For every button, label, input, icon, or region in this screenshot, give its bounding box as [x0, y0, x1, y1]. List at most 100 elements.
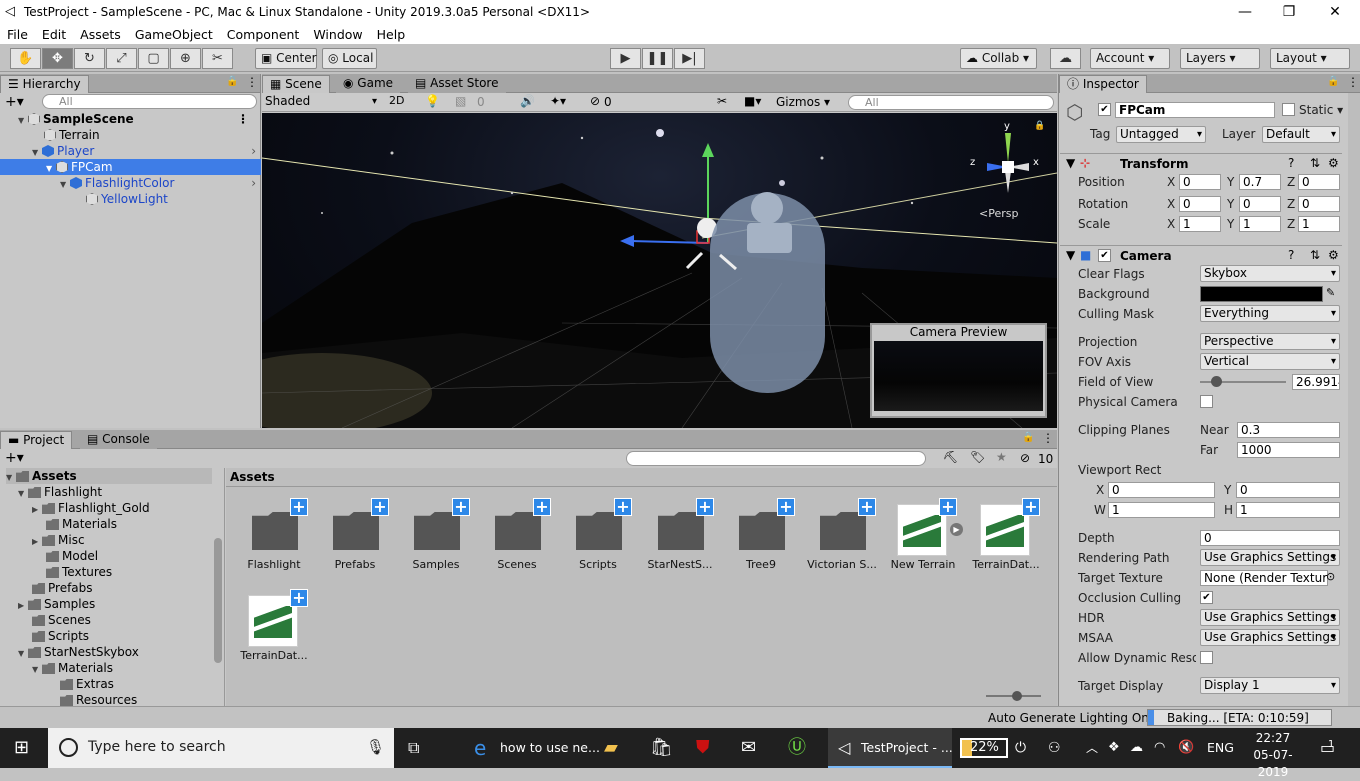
- camera-dropdown-icon[interactable]: ■▾: [744, 94, 761, 108]
- file-explorer-icon[interactable]: ▰: [604, 728, 618, 768]
- rotate-tool-icon[interactable]: ↻: [74, 48, 105, 69]
- asset-tree9[interactable]: + Tree9: [721, 498, 801, 571]
- tree-resources[interactable]: Resources: [60, 692, 137, 706]
- asset-flashlight[interactable]: + Flashlight: [234, 498, 314, 571]
- preset-icon[interactable]: ⇅: [1310, 156, 1320, 170]
- scene-gizmo[interactable]: y z x <Persp: [967, 121, 1047, 220]
- onedrive-icon[interactable]: ☁: [1130, 728, 1143, 768]
- tab-asset-store[interactable]: ▤ Asset Store: [408, 75, 506, 93]
- active-checkbox[interactable]: ✔: [1098, 103, 1111, 116]
- camera-enabled-checkbox[interactable]: ✔: [1098, 249, 1111, 262]
- 2d-toggle[interactable]: 2D: [389, 94, 404, 107]
- language-indicator[interactable]: ENG: [1207, 728, 1234, 768]
- project-menu-icon[interactable]: ⋮: [1042, 431, 1054, 445]
- occlusion-culling-checkbox[interactable]: ✔: [1200, 591, 1213, 604]
- search-by-type-icon[interactable]: ⛏: [943, 450, 958, 464]
- mcafee-icon[interactable]: ⛊: [696, 728, 710, 768]
- upwork-icon[interactable]: Ⓤ: [788, 728, 806, 768]
- store-icon[interactable]: 🛍: [650, 728, 673, 768]
- position-x-field[interactable]: 0: [1179, 174, 1221, 190]
- position-z-field[interactable]: 0: [1298, 174, 1340, 190]
- audio-toggle-icon[interactable]: 🔊: [520, 94, 535, 108]
- favorite-star-icon[interactable]: ★: [996, 450, 1007, 464]
- tree-samples[interactable]: ▶ Samples: [18, 596, 95, 612]
- scene-viewport[interactable]: y z x <Persp 🔒 Camera Preview: [262, 113, 1057, 428]
- scale-y-field[interactable]: 1: [1239, 216, 1281, 232]
- asset-samples[interactable]: + Samples: [396, 498, 476, 571]
- static-checkbox[interactable]: [1282, 103, 1295, 116]
- taskbar-edge[interactable]: e how to use ne...: [466, 728, 600, 768]
- menu-dots-icon[interactable]: ⋮: [246, 75, 258, 89]
- tree-assets[interactable]: ▼ Assets: [6, 468, 212, 484]
- pause-button-icon[interactable]: ❚❚: [642, 48, 673, 69]
- transform-tool-icon[interactable]: ⊕: [170, 48, 201, 69]
- scale-x-field[interactable]: 1: [1179, 216, 1221, 232]
- menu-file[interactable]: File: [0, 27, 35, 42]
- menu-window[interactable]: Window: [306, 27, 369, 42]
- task-view-icon[interactable]: ⧉: [408, 728, 419, 768]
- assets-breadcrumb[interactable]: Assets: [230, 470, 275, 484]
- wifi-icon[interactable]: ◠: [1154, 728, 1165, 768]
- tab-hierarchy[interactable]: ☰ Hierarchy: [0, 75, 89, 93]
- msaa-dropdown[interactable]: Use Graphics Settings: [1200, 629, 1340, 646]
- maximize-button[interactable]: ❐: [1266, 0, 1312, 24]
- pivot-center-button[interactable]: ▣ Center: [255, 48, 317, 69]
- dynamic-resolution-checkbox[interactable]: [1200, 651, 1213, 664]
- rotation-y-field[interactable]: 0: [1239, 196, 1281, 212]
- menu-edit[interactable]: Edit: [35, 27, 73, 42]
- tree-flashlight[interactable]: ▼ Flashlight: [18, 484, 102, 500]
- menu-gameobject[interactable]: GameObject: [128, 27, 220, 42]
- baking-progress[interactable]: Baking... [ETA: 0:10:59]: [1147, 709, 1332, 726]
- target-texture-field[interactable]: None (Render Textur: [1200, 570, 1328, 586]
- zoom-slider-thumb[interactable]: [1012, 691, 1022, 701]
- tab-scene[interactable]: ▦ Scene: [262, 75, 330, 93]
- scene-lock-icon[interactable]: 🔒: [1034, 121, 1045, 131]
- far-field[interactable]: 1000: [1237, 442, 1340, 458]
- tree-scripts[interactable]: Scripts: [32, 628, 89, 644]
- chevron-up-icon[interactable]: ︿: [1086, 728, 1098, 768]
- tree-skybox-materials[interactable]: ▼ Materials: [32, 660, 113, 676]
- asset-scenes[interactable]: + Scenes: [477, 498, 557, 571]
- tree-item-terrain[interactable]: Terrain: [44, 127, 100, 143]
- physical-camera-checkbox[interactable]: [1200, 395, 1213, 408]
- asset-new-terrain[interactable]: + New Terrain: [883, 498, 963, 571]
- tab-game[interactable]: ◉ Game: [336, 75, 401, 93]
- effects-dropdown-icon[interactable]: ✦▾: [550, 94, 566, 108]
- menu-component[interactable]: Component: [220, 27, 307, 42]
- hidden-objects-icon[interactable]: ⊘: [590, 94, 600, 108]
- inspector-lock-icon[interactable]: 🔒: [1327, 76, 1339, 87]
- settings-gear-icon[interactable]: ⚙: [1328, 156, 1339, 170]
- tree-misc[interactable]: ▶ Misc: [32, 532, 85, 548]
- tree-starnestskybox[interactable]: ▼ StarNestSkybox: [18, 644, 139, 660]
- object-name-field[interactable]: FPCam: [1115, 102, 1275, 118]
- shading-mode-dropdown[interactable]: Shaded: [262, 94, 380, 111]
- projection-dropdown[interactable]: Perspective: [1200, 333, 1340, 350]
- move-tool-icon[interactable]: ✥: [42, 48, 73, 69]
- taskbar-unity[interactable]: ◁ TestProject - ...: [828, 728, 953, 768]
- tree-extras[interactable]: Extras: [60, 676, 114, 692]
- account-dropdown[interactable]: Account ▾: [1090, 48, 1170, 69]
- culling-mask-dropdown[interactable]: Everything: [1200, 305, 1340, 322]
- tree-flashlight-gold[interactable]: ▶ Flashlight_Gold: [32, 500, 150, 516]
- asset-terraindata-2[interactable]: + TerrainDat...: [234, 589, 314, 662]
- preset-icon[interactable]: ⇅: [1310, 248, 1320, 262]
- near-field[interactable]: 0.3: [1237, 422, 1340, 438]
- custom-tool-icon[interactable]: ✂: [202, 48, 233, 69]
- viewport-y-field[interactable]: 0: [1236, 482, 1340, 498]
- tree-model[interactable]: Model: [46, 548, 98, 564]
- scene-root[interactable]: ▼ SampleScene ⋮: [18, 111, 261, 127]
- clear-flags-dropdown[interactable]: Skybox: [1200, 265, 1340, 282]
- layout-dropdown[interactable]: Layout ▾: [1270, 48, 1350, 69]
- tag-dropdown[interactable]: Untagged: [1116, 126, 1206, 143]
- taskbar-search[interactable]: Type here to search 🎙: [48, 728, 394, 768]
- tree-item-yellowlight[interactable]: YellowLight: [86, 191, 168, 207]
- transform-header[interactable]: ▼ ⊹ Transform ? ⇅ ⚙: [1060, 153, 1342, 173]
- depth-field[interactable]: 0: [1200, 530, 1340, 546]
- layers-dropdown[interactable]: Layers ▾: [1180, 48, 1260, 69]
- target-display-dropdown[interactable]: Display 1: [1200, 677, 1340, 694]
- fov-axis-dropdown[interactable]: Vertical: [1200, 353, 1340, 370]
- rotation-x-field[interactable]: 0: [1179, 196, 1221, 212]
- vertical-scrollbar[interactable]: [1348, 93, 1360, 706]
- tree-item-player[interactable]: ▼ Player ›: [32, 143, 261, 159]
- expand-asset-icon[interactable]: ▶: [950, 523, 963, 536]
